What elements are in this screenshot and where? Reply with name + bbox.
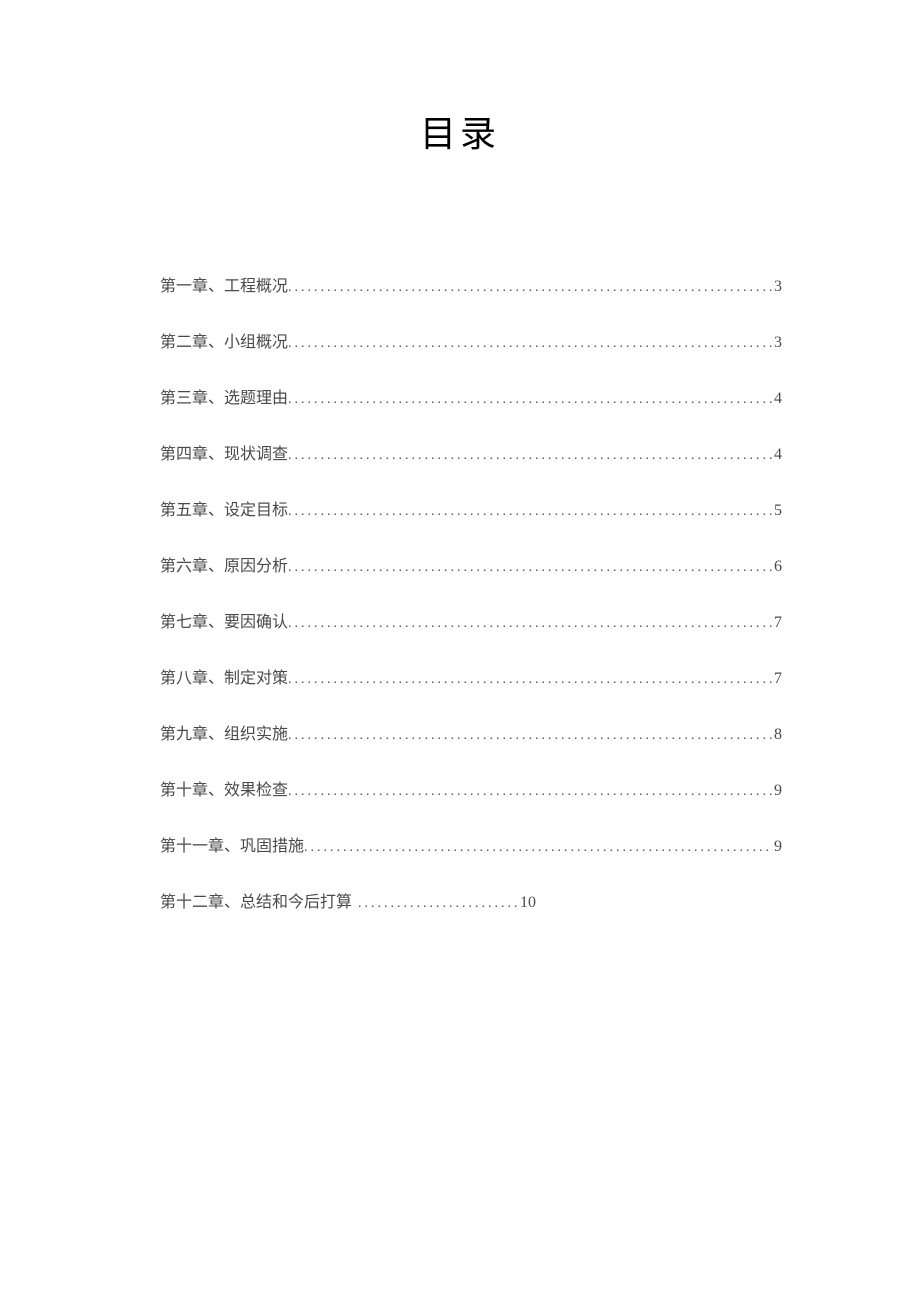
toc-leader-dots <box>288 336 772 352</box>
toc-label: 第三章、选题理由 <box>160 384 288 408</box>
toc-page-number: 4 <box>772 446 782 464</box>
toc-label: 第二章、小组概况 <box>160 328 288 352</box>
table-of-contents: 第一章、工程概况 3 第二章、小组概况 3 第三章、选题理由 4 第四章、现状调… <box>0 272 920 912</box>
toc-leader-dots <box>288 784 772 800</box>
toc-leader-dots <box>288 448 772 464</box>
toc-label: 第八章、制定对策 <box>160 664 288 688</box>
toc-label: 第六章、原因分析 <box>160 552 288 576</box>
toc-leader-dots <box>288 672 772 688</box>
toc-page-number: 7 <box>772 614 782 632</box>
toc-leader-dots <box>288 280 772 296</box>
toc-leader-dots <box>288 504 772 520</box>
toc-label: 第十二章、总结和今后打算 <box>160 888 352 912</box>
toc-page-number: 10 <box>518 894 536 912</box>
toc-label: 第十一章、巩固措施 <box>160 832 304 856</box>
toc-page-number: 3 <box>772 278 782 296</box>
toc-entry: 第六章、原因分析 6 <box>160 552 782 576</box>
toc-entry: 第九章、组织实施 8 <box>160 720 782 744</box>
toc-leader-dots <box>288 728 772 744</box>
toc-leader-dots <box>288 392 772 408</box>
toc-entry: 第十二章、总结和今后打算 10 <box>160 888 782 912</box>
toc-label: 第四章、现状调查 <box>160 440 288 464</box>
toc-page-number: 9 <box>772 782 782 800</box>
toc-entry: 第七章、要因确认 7 <box>160 608 782 632</box>
toc-leader-dots <box>288 560 772 576</box>
page-title: 目录 <box>0 105 920 157</box>
toc-page-number: 5 <box>772 502 782 520</box>
toc-label: 第一章、工程概况 <box>160 272 288 296</box>
toc-leader-dots <box>288 616 772 632</box>
toc-entry: 第一章、工程概况 3 <box>160 272 782 296</box>
toc-page-number: 9 <box>772 838 782 856</box>
toc-entry: 第八章、制定对策 7 <box>160 664 782 688</box>
toc-page-number: 3 <box>772 334 782 352</box>
toc-leader-dots <box>358 896 518 912</box>
toc-page-number: 8 <box>772 726 782 744</box>
toc-page-number: 6 <box>772 558 782 576</box>
toc-entry: 第二章、小组概况 3 <box>160 328 782 352</box>
toc-entry: 第五章、设定目标 5 <box>160 496 782 520</box>
toc-leader-dots <box>304 840 772 856</box>
toc-label: 第十章、效果检查 <box>160 776 288 800</box>
toc-entry: 第十章、效果检查 9 <box>160 776 782 800</box>
toc-entry: 第四章、现状调查 4 <box>160 440 782 464</box>
toc-page-number: 7 <box>772 670 782 688</box>
toc-entry: 第三章、选题理由 4 <box>160 384 782 408</box>
toc-label: 第九章、组织实施 <box>160 720 288 744</box>
toc-page-number: 4 <box>772 390 782 408</box>
toc-label: 第七章、要因确认 <box>160 608 288 632</box>
toc-entry: 第十一章、巩固措施 9 <box>160 832 782 856</box>
toc-label: 第五章、设定目标 <box>160 496 288 520</box>
